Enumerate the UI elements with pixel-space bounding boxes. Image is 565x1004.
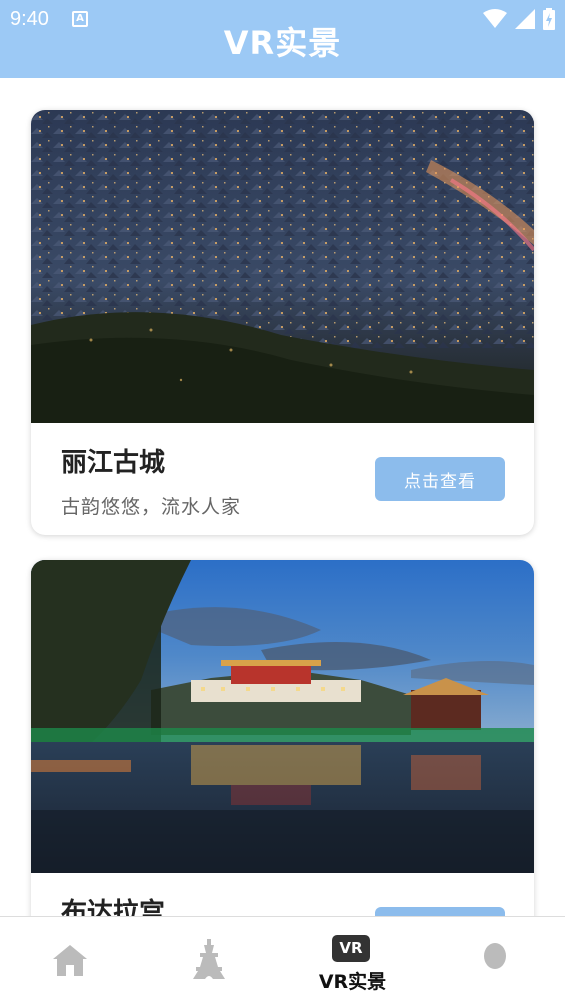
- nav-item-profile[interactable]: [423, 917, 564, 1004]
- tower-icon: [193, 939, 225, 979]
- card-title: 布达拉宫: [61, 898, 166, 916]
- nav-item-tower[interactable]: [141, 917, 282, 1004]
- view-button[interactable]: 点击查看: [375, 457, 505, 501]
- scenic-list[interactable]: 丽江古城 古韵悠悠，流水人家 点击查看 布达拉宫: [0, 78, 565, 916]
- nav-item-home[interactable]: [0, 917, 141, 1004]
- vr-icon: VR: [332, 935, 370, 962]
- app-header: 9:40 A VR实景: [0, 0, 565, 78]
- nav-item-vr[interactable]: VR VR实景: [282, 917, 423, 1004]
- profile-icon: [484, 943, 506, 969]
- potala-palace-night-reflection-photo[interactable]: [31, 560, 534, 873]
- night-aerial-old-town-photo[interactable]: [31, 110, 534, 423]
- card-title: 丽江古城: [61, 448, 166, 478]
- scenic-card[interactable]: 丽江古城 古韵悠悠，流水人家 点击查看: [31, 110, 534, 535]
- nav-label-vr: VR实景: [318, 971, 387, 993]
- card-subtitle: 古韵悠悠，流水人家: [61, 496, 242, 518]
- bottom-nav: VR VR实景: [0, 916, 565, 1004]
- home-icon: [53, 945, 87, 976]
- scenic-card[interactable]: 布达拉宫: [31, 560, 534, 916]
- page-title: VR实景: [223, 24, 342, 62]
- view-button[interactable]: [375, 907, 505, 916]
